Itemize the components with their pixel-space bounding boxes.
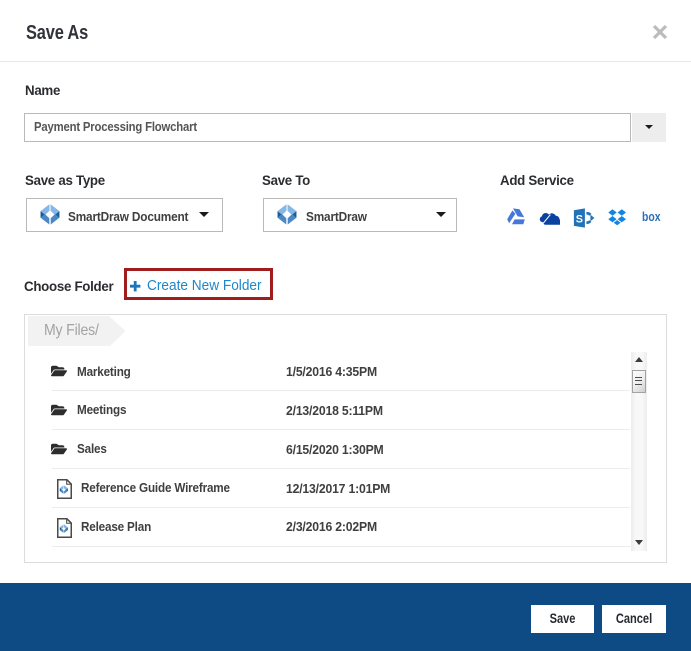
svg-text:S: S — [575, 213, 582, 225]
